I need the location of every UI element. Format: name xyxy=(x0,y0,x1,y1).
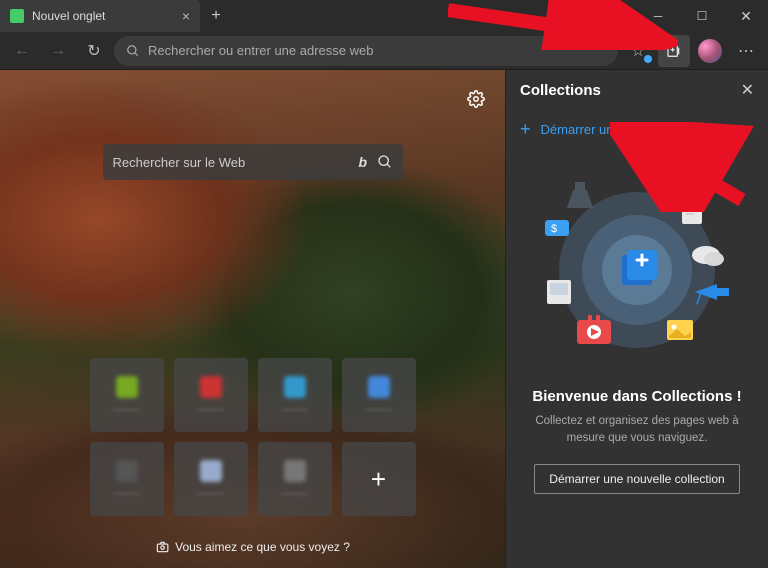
tile-icon xyxy=(116,460,138,482)
collections-panel: Collections ✕ + Démarrer une nouvelle co… xyxy=(505,70,768,568)
favorite-button[interactable]: ☆ xyxy=(622,35,654,67)
welcome-title: Bienvenue dans Collections ! xyxy=(526,388,748,405)
tab-close-icon[interactable]: × xyxy=(182,8,190,24)
minimize-button[interactable]: ─ xyxy=(636,0,680,32)
quick-link-tile[interactable]: ——— xyxy=(90,442,164,516)
tile-icon xyxy=(200,460,222,482)
ntp-search-box[interactable]: Rechercher sur le Web b xyxy=(103,144,403,180)
tile-label: ——— xyxy=(197,404,224,414)
ntp-search-placeholder: Rechercher sur le Web xyxy=(113,155,246,170)
welcome-block: Bienvenue dans Collections ! Collectez e… xyxy=(506,370,768,494)
svg-text:$: $ xyxy=(551,223,557,235)
image-caption[interactable]: Vous aimez ce que vous voyez ? xyxy=(155,540,350,554)
tab-favicon xyxy=(10,9,24,23)
tile-icon xyxy=(284,460,306,482)
title-bar: Nouvel onglet × + ─ ☐ ✕ xyxy=(0,0,768,32)
window-controls: ─ ☐ ✕ xyxy=(636,0,768,32)
tile-icon xyxy=(116,376,138,398)
address-bar[interactable]: Rechercher ou entrer une adresse web xyxy=(114,36,618,66)
panel-title: Collections xyxy=(520,82,601,99)
new-tab-page: Rechercher sur le Web b ————————————————… xyxy=(0,70,505,568)
browser-tab[interactable]: Nouvel onglet × xyxy=(0,0,200,32)
content-area: Rechercher sur le Web b ————————————————… xyxy=(0,70,768,568)
new-tab-button[interactable]: + xyxy=(200,0,232,32)
tile-label: ——— xyxy=(365,404,392,414)
close-window-button[interactable]: ✕ xyxy=(724,0,768,32)
refresh-button[interactable]: ↻ xyxy=(78,35,110,67)
tab-title: Nouvel onglet xyxy=(32,9,105,23)
quick-link-tile[interactable]: ——— xyxy=(90,358,164,432)
collections-button[interactable] xyxy=(658,35,690,67)
quick-links-grid: ——— ——— ——— ——— ——— ——— ——— + xyxy=(90,358,416,516)
tile-label: ——— xyxy=(281,488,308,498)
camera-icon xyxy=(155,540,169,554)
start-collection-link[interactable]: + Démarrer une nouvelle collection xyxy=(506,110,768,152)
plus-icon: + xyxy=(520,120,531,138)
menu-button[interactable]: ⋯ xyxy=(730,35,762,67)
toolbar: ← → ↻ Rechercher ou entrer une adresse w… xyxy=(0,32,768,70)
quick-link-tile[interactable]: ——— xyxy=(258,358,332,432)
forward-button[interactable]: → xyxy=(42,35,74,67)
quick-link-tile[interactable]: ——— xyxy=(342,358,416,432)
tile-label: ——— xyxy=(113,404,140,414)
search-icon xyxy=(126,44,140,58)
tile-label: ——— xyxy=(113,488,140,498)
page-settings-button[interactable] xyxy=(467,90,485,108)
welcome-body: Collectez et organisez des pages web à m… xyxy=(526,413,748,448)
quick-link-tile[interactable]: ——— xyxy=(258,442,332,516)
caption-text: Vous aimez ce que vous voyez ? xyxy=(175,540,350,554)
add-tile-button[interactable]: + xyxy=(342,442,416,516)
address-placeholder: Rechercher ou entrer une adresse web xyxy=(148,43,373,58)
start-collection-button[interactable]: Démarrer une nouvelle collection xyxy=(534,464,739,494)
tile-icon xyxy=(200,376,222,398)
tile-icon xyxy=(284,376,306,398)
panel-header: Collections ✕ xyxy=(506,70,768,110)
search-submit-icon[interactable] xyxy=(377,154,393,170)
panel-close-button[interactable]: ✕ xyxy=(741,80,754,100)
illustration: $ xyxy=(506,170,768,370)
quick-link-tile[interactable]: ——— xyxy=(174,358,248,432)
tile-label: ——— xyxy=(281,404,308,414)
profile-button[interactable] xyxy=(694,35,726,67)
quick-link-tile[interactable]: ——— xyxy=(174,442,248,516)
back-button[interactable]: ← xyxy=(6,35,38,67)
tile-icon xyxy=(368,376,390,398)
tile-label: ——— xyxy=(197,488,224,498)
maximize-button[interactable]: ☐ xyxy=(680,0,724,32)
start-collection-label: Démarrer une nouvelle collection xyxy=(541,122,731,137)
bing-logo: b xyxy=(358,154,366,170)
